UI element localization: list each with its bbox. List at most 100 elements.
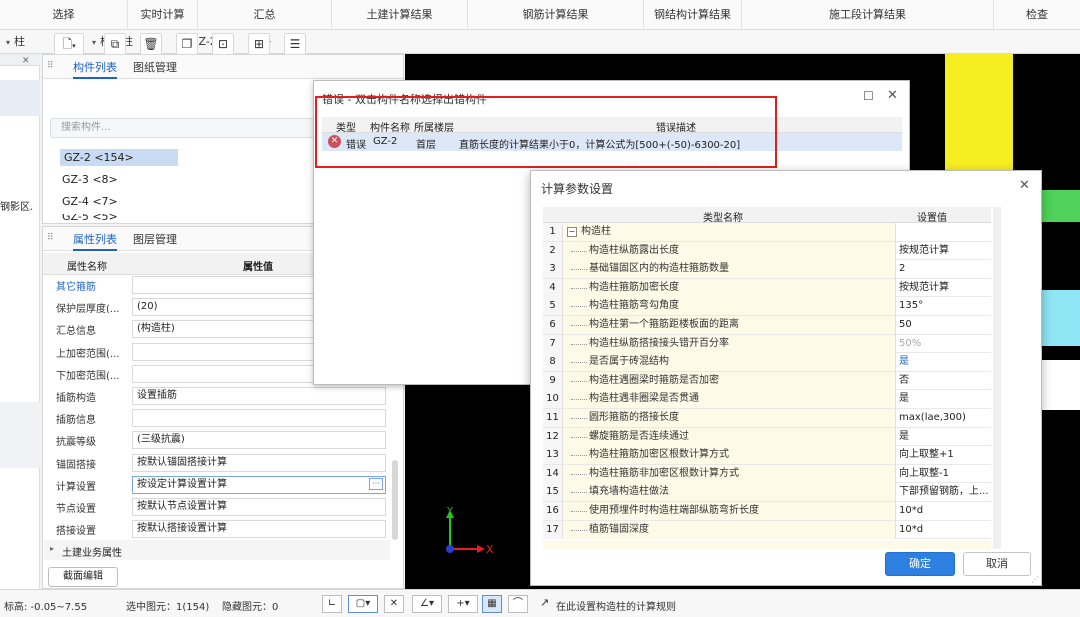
group-row-civil[interactable]: ▸ 土建业务属性 (44, 540, 390, 560)
grid-snap-icon[interactable]: ▦ (482, 595, 502, 613)
ellipsis-button[interactable]: ··· (369, 477, 383, 490)
param-value[interactable]: 135° (896, 297, 991, 315)
drag-handle-icon[interactable]: ⠿ (47, 233, 54, 243)
duplicate-icon[interactable]: ❐ (176, 33, 198, 55)
param-row[interactable]: 14 构造柱箍筋非加密区根数计算方式 向上取整-1 (543, 464, 991, 484)
drag-handle-icon[interactable]: ⠿ (47, 61, 54, 71)
copy-icon[interactable]: ⧉ (104, 33, 126, 55)
arc-icon[interactable]: ⌒ (508, 595, 528, 613)
close-icon[interactable]: ✕ (22, 56, 30, 66)
param-value[interactable]: 向上取整+1 (896, 446, 991, 464)
nav-strip-selected[interactable] (0, 80, 40, 116)
tab-property-list[interactable]: 属性列表 (73, 231, 117, 251)
error-row[interactable]: ✕ 错误 GZ-2 首层 直筋长度的计算结果小于0，计算公式为[500+(-50… (322, 133, 902, 151)
property-value[interactable]: 设置插筋 (132, 387, 386, 405)
param-value[interactable]: max(lae,300) (896, 409, 991, 427)
floor-dropdown-arrow[interactable]: ▾ (2, 34, 10, 50)
property-row[interactable]: 计算设置 按设定计算设置计算 ··· (44, 474, 390, 496)
property-value[interactable]: 按默认锚固搭接计算 (132, 453, 386, 472)
ribbon-group-civil-results[interactable]: 土建计算结果 (332, 0, 468, 30)
property-row[interactable]: 插筋信息 (44, 407, 390, 429)
component-item-gz3[interactable]: GZ-3 <8> (62, 173, 118, 186)
section-edit-button[interactable]: 截面编辑 (48, 567, 118, 587)
property-value[interactable]: 按默认搭接设置计算 (132, 520, 386, 539)
param-row[interactable]: 13 构造柱箍筋加密区根数计算方式 向上取整+1 (543, 446, 991, 465)
tab-component-list[interactable]: 构件列表 (73, 59, 117, 79)
ribbon-group-check[interactable]: 检查 (994, 0, 1080, 30)
ribbon-group-summary[interactable]: 汇总 (198, 0, 332, 30)
property-row[interactable]: 搭接设置 按默认搭接设置计算 (44, 518, 390, 540)
ribbon-group-realtime-calc[interactable]: 实时计算 (128, 0, 198, 30)
property-row[interactable]: 插筋构造 设置插筋 (44, 385, 390, 407)
close-icon[interactable]: ✕ (887, 88, 898, 103)
property-row[interactable]: 抗震等级 (三级抗震) (44, 429, 390, 451)
param-value[interactable]: 向上取整-1 (896, 465, 991, 483)
param-row[interactable]: 4 构造柱箍筋加密长度 按规范计算 (543, 278, 991, 298)
param-value[interactable] (896, 223, 991, 241)
param-value[interactable]: 否 (896, 372, 991, 390)
cancel-button[interactable]: 取消 (963, 552, 1031, 576)
param-row[interactable]: 15 填充墙构造柱做法 下部预留钢筋，上... (543, 483, 991, 502)
param-row[interactable]: 12 螺旋箍筋是否连续通过 是 (543, 427, 991, 447)
copy-to-floor-icon[interactable]: ⊡ (212, 33, 234, 55)
cross-select-icon[interactable]: ✕ (384, 595, 404, 613)
param-row[interactable]: 11 圆形箍筋的搭接长度 max(lae,300) (543, 409, 991, 428)
tab-layer-management[interactable]: 图层管理 (133, 231, 177, 247)
param-value[interactable]: 是 (896, 353, 991, 371)
ribbon-group-rebar-results[interactable]: 钢筋计算结果 (468, 0, 644, 30)
copy-from-floor-icon[interactable]: ⊞ (248, 33, 270, 55)
ok-button[interactable]: 确定 (885, 552, 955, 576)
param-row[interactable]: 6 构造柱第一个箍筋距楼板面的距离 50 (543, 316, 991, 335)
param-row[interactable]: 16 使用预埋件时构造柱端部纵筋弯折长度 10*d (543, 502, 991, 521)
param-scrollbar-track[interactable] (993, 207, 1001, 549)
param-row[interactable]: 2 构造柱纵筋露出长度 按规范计算 (543, 241, 991, 261)
property-value[interactable]: 按默认节点设置计算 (132, 498, 386, 516)
param-value[interactable]: 下部预留钢筋，上... (896, 483, 991, 501)
property-row[interactable]: 节点设置 按默认节点设置计算 (44, 496, 390, 518)
tab-drawing-management[interactable]: 图纸管理 (133, 59, 177, 75)
property-value[interactable]: 按设定计算设置计算 (132, 475, 386, 494)
param-value[interactable]: 按规范计算 (896, 279, 991, 297)
resize-grip-icon[interactable]: ⋰ (1031, 575, 1039, 584)
ribbon-group-steel-results[interactable]: 钢结构计算结果 (644, 0, 742, 30)
ortho-icon[interactable]: ∟ (322, 595, 342, 613)
param-row[interactable]: 5 构造柱箍筋弯勾角度 135° (543, 297, 991, 316)
property-value[interactable]: (三级抗震) (132, 431, 386, 450)
angle-icon[interactable]: ∠▾ (412, 595, 442, 613)
maximize-icon[interactable]: ☐ (863, 89, 874, 103)
param-name-cell: 构造柱纵筋露出长度 (563, 241, 896, 260)
property-row[interactable]: 锚固搭接 按默认锚固搭接计算 (44, 452, 390, 474)
sort-icon[interactable]: ☰ (284, 33, 306, 55)
collapse-icon[interactable]: − (567, 227, 577, 237)
new-component-icon[interactable]: 🗋▾ (54, 33, 84, 55)
error-component-name[interactable]: GZ-2 (373, 136, 397, 147)
param-value[interactable]: 50% (896, 335, 991, 353)
param-row[interactable]: 17 植筋锚固深度 10*d (543, 520, 991, 540)
param-row[interactable]: 3 基础锚固区内的构造柱箍筋数量 2 (543, 260, 991, 279)
param-row[interactable]: 7 构造柱纵筋搭接接头错开百分率 50% (543, 334, 991, 354)
type-dropdown-arrow[interactable]: ▾ (88, 34, 96, 50)
ribbon-group-stage-results[interactable]: 施工段计算结果 (742, 0, 994, 30)
component-item-gz4[interactable]: GZ-4 <7> (62, 195, 118, 208)
param-value[interactable]: 是 (896, 390, 991, 408)
param-value[interactable]: 10*d (896, 502, 991, 520)
param-value[interactable]: 10*d (896, 521, 991, 539)
param-row[interactable]: 9 构造柱遇圈梁时箍筋是否加密 否 (543, 371, 991, 391)
property-scrollbar[interactable] (392, 460, 398, 540)
param-row[interactable]: 8 是否属于砖混结构 是 (543, 353, 991, 372)
param-value[interactable]: 是 (896, 428, 991, 446)
ribbon-group-select[interactable]: 选择 (0, 0, 128, 30)
param-name-cell: 构造柱纵筋搭接接头错开百分率 (563, 334, 896, 353)
param-value[interactable]: 2 (896, 260, 991, 278)
property-value[interactable] (132, 409, 386, 428)
component-item-clipped[interactable]: GZ-5 <5> (62, 214, 122, 222)
param-value[interactable]: 50 (896, 316, 991, 334)
param-row[interactable]: 1− 构造柱 (543, 223, 991, 242)
param-row[interactable]: 10 构造柱遇非圈梁是否贯通 是 (543, 390, 991, 409)
close-icon[interactable]: ✕ (1019, 178, 1030, 193)
component-item-gz2[interactable]: GZ-2 <154> (60, 149, 178, 166)
select-box-icon[interactable]: ▢▾ (348, 595, 378, 613)
param-value[interactable]: 按规范计算 (896, 242, 991, 260)
snap-icon[interactable]: +▾ (448, 595, 478, 613)
delete-icon[interactable]: 🗑 (140, 33, 162, 55)
